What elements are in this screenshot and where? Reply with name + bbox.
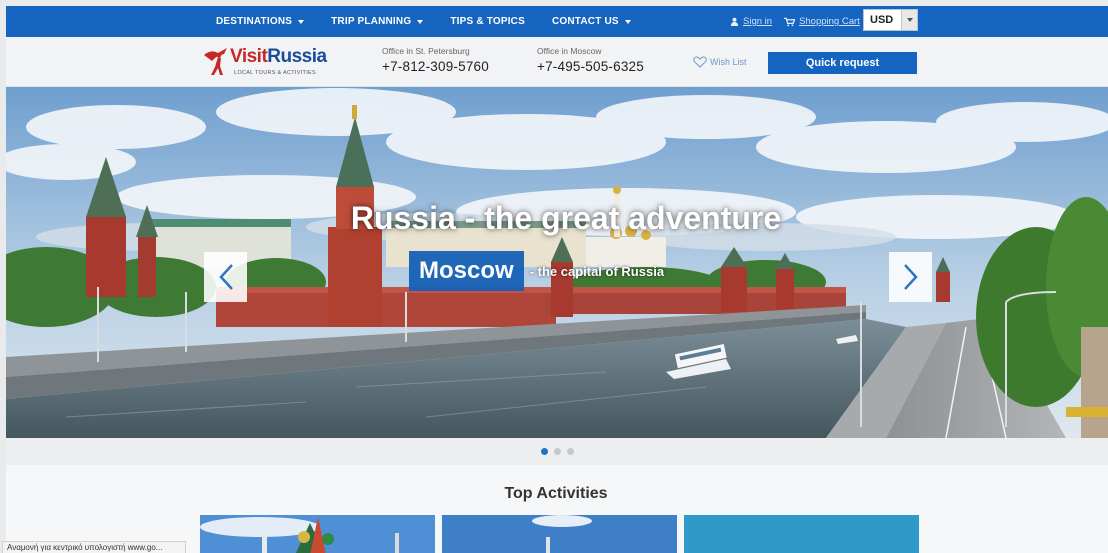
activity-card-3[interactable] <box>684 515 919 553</box>
account-links: Sign in Shopping Cart <box>730 6 872 37</box>
hero-title: Russia - the great adventure <box>350 200 782 236</box>
logo-tagline: LOCAL TOURS & ACTIVITIES <box>234 70 316 76</box>
nav-trip-planning[interactable]: TRIP PLANNING <box>331 16 424 27</box>
visit-russia-logo[interactable]: VisitRussia LOCAL TOURS & ACTIVITIES <box>202 45 332 81</box>
nav-tips-topics[interactable]: TIPS & TOPICS <box>450 16 525 27</box>
activity-card-2[interactable] <box>442 515 677 553</box>
wish-list-label: Wish List <box>710 57 747 67</box>
cart-icon <box>784 17 796 26</box>
chevron-down-icon <box>901 10 917 30</box>
slider-dot-3[interactable] <box>566 448 574 455</box>
nav-contact-us-label: CONTACT US <box>551 16 619 27</box>
chevron-down-icon <box>417 19 424 24</box>
office-spb-phone[interactable]: +7-812-309-5760 <box>382 59 489 74</box>
activity-card-1[interactable] <box>200 515 435 553</box>
chevron-down-icon <box>624 19 631 24</box>
logo-wordmark: VisitRussia <box>230 46 327 68</box>
office-st-petersburg: Office in St. Petersburg +7-812-309-5760 <box>382 46 489 74</box>
sign-in-label: Sign in <box>743 16 773 27</box>
shopping-cart-link[interactable]: Shopping Cart <box>784 16 860 27</box>
currency-select[interactable]: USD <box>863 9 918 31</box>
user-icon <box>730 17 739 26</box>
chevron-right-icon <box>903 264 918 290</box>
office-msk-phone[interactable]: +7-495-505-6325 <box>537 59 644 74</box>
site-header: VisitRussia LOCAL TOURS & ACTIVITIES Off… <box>6 37 1108 87</box>
top-nav-bar: DESTINATIONS TRIP PLANNING TIPS & TOPICS… <box>6 6 1108 37</box>
office-spb-label: Office in St. Petersburg <box>382 46 470 56</box>
page: DESTINATIONS TRIP PLANNING TIPS & TOPICS… <box>0 0 1108 553</box>
hero-tagline: - the capital of Russia <box>529 263 665 279</box>
shopping-cart-label: Shopping Cart <box>799 16 860 27</box>
activity-card-2-image <box>442 515 677 553</box>
logo-russia-text: Russia <box>267 46 327 67</box>
slider-prev-button[interactable] <box>204 252 247 302</box>
quick-request-button[interactable]: Quick request <box>768 52 917 74</box>
browser-status-bar: Αναμονή για κεντρικό υπολογιστή www.go..… <box>2 541 186 553</box>
nav-destinations-label: DESTINATIONS <box>216 16 293 27</box>
chevron-left-icon <box>218 264 233 290</box>
slider-dot-2[interactable] <box>553 448 561 455</box>
hero-subtitle: Moscow - the capital of Russia <box>409 251 664 291</box>
slider-next-button[interactable] <box>889 252 932 302</box>
chevron-down-icon <box>298 19 305 24</box>
logo-visit-text: Visit <box>230 46 268 67</box>
nav-tips-topics-label: TIPS & TOPICS <box>450 16 525 27</box>
traveler-logo-icon <box>204 48 227 75</box>
wish-list-link[interactable]: Wish List <box>693 56 747 68</box>
main-menu: DESTINATIONS TRIP PLANNING TIPS & TOPICS… <box>216 6 658 37</box>
office-msk-label: Office in Moscow <box>537 46 602 56</box>
slider-dot-1[interactable] <box>540 448 548 455</box>
activity-card-3-image <box>684 515 919 553</box>
currency-value: USD <box>870 14 894 26</box>
nav-contact-us[interactable]: CONTACT US <box>552 16 631 27</box>
heart-icon <box>693 56 707 68</box>
slider-pagination <box>6 438 1108 465</box>
activity-card-1-image <box>200 515 435 553</box>
top-activities-section: Top Activities <box>6 465 1108 553</box>
nav-trip-planning-label: TRIP PLANNING <box>331 16 412 27</box>
nav-destinations[interactable]: DESTINATIONS <box>216 16 305 27</box>
sign-in-link[interactable]: Sign in <box>730 16 772 27</box>
top-activities-title: Top Activities <box>504 485 608 502</box>
office-moscow: Office in Moscow +7-495-505-6325 <box>537 46 644 74</box>
hero-city-badge: Moscow <box>409 251 524 291</box>
hero-slider: Russia - the great adventure Moscow - th… <box>6 87 1108 438</box>
